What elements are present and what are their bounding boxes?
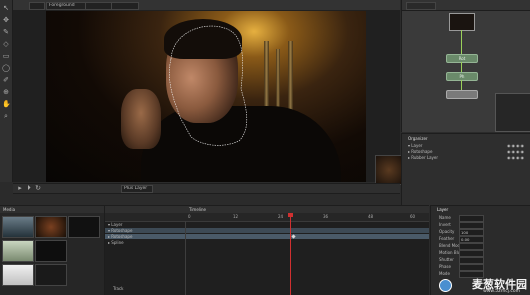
node-wire [461,30,462,54]
media-thumbnail[interactable] [2,216,34,238]
watermark-logo-icon [439,279,452,292]
media-thumbnail[interactable] [2,264,34,286]
source-node-thumbnail[interactable] [449,13,475,31]
tab-timeline[interactable]: Timeline [189,207,206,212]
param-label: Name [439,215,451,220]
media-thumbnail[interactable] [35,264,67,286]
node-navigator[interactable] [495,93,530,132]
param-label: Opacity [439,229,455,234]
organizer-row[interactable]: ▸ Rotoshape [408,149,432,154]
viewer-canvas[interactable] [13,10,403,185]
param-label: Shutter [439,257,454,262]
param-value[interactable] [459,243,484,250]
loop-icon[interactable]: ↻ [34,184,42,192]
transform-tool-icon[interactable]: ✥ [2,16,10,24]
viewer-mode-select[interactable] [85,2,113,10]
ruler-tick: 24 [278,214,284,219]
track-label: ▾ Rotoshape [108,228,133,233]
timeline-track[interactable]: ▸ Spline [105,240,429,245]
track-label: ▾ Layer [108,222,123,227]
timeline-track[interactable]: ▾ Layer [105,222,429,227]
hand-tool-icon[interactable]: ✋ [2,100,11,108]
param-label: Feather [439,236,455,241]
media-thumbnail[interactable] [35,240,67,262]
timeline-track[interactable]: ▸ Rotoshape [105,234,429,239]
timeline-panel[interactable]: Timeline 0 12 24 36 48 60 ▾ Layer ▾ Roto… [105,205,429,295]
lamp-stand [288,41,293,116]
play-icon[interactable]: ▸ [16,184,24,192]
track-label: ▸ Spline [108,240,124,245]
ruler-tick: 0 [188,214,191,219]
organizer-title: Organizer [408,136,428,141]
media-thumbnail[interactable] [2,240,34,262]
roto-spline-outline[interactable] [151,19,256,182]
ruler-tick: 60 [410,214,416,219]
ruler-tick: 12 [233,214,239,219]
timeline-divider [185,221,186,295]
organizer-panel: Organizer ▾ Layer ▸ Rotoshape ▸ Rubber L… [401,133,530,206]
step-icon[interactable]: ⏵ [25,184,33,192]
param-label: Invert [439,222,451,227]
node-wire [461,80,462,90]
node-wire [461,62,462,72]
zoom-tool-icon[interactable]: ⌕ [2,112,10,120]
param-value[interactable]: 100 [459,229,484,236]
viewer-inset-thumbnail [375,155,403,185]
rectangle-tool-icon[interactable]: ▭ [2,52,10,60]
node-panel-header [402,0,530,11]
node-panel-tab[interactable] [406,2,436,10]
viewer-input-select[interactable]: Foreground [46,2,86,10]
param-value[interactable] [459,257,484,264]
output-node[interactable] [446,90,478,99]
organizer-row[interactable]: ▾ Layer [408,143,422,148]
timeline-ruler[interactable]: 0 12 24 36 48 60 [105,213,429,222]
video-frame [46,11,366,182]
roto-node[interactable]: Rot [446,54,478,63]
organizer-toggle-icons[interactable]: ◉◉◉◉ [495,155,525,160]
organizer-toggle-icons[interactable]: ◉◉◉◉ [495,143,525,148]
pen-tool-icon[interactable]: ✎ [2,28,10,36]
ruler-tick: 48 [368,214,374,219]
media-panel: Media [0,205,105,295]
param-label: Phase [439,264,451,269]
viewer-channel-select[interactable] [29,2,45,10]
playhead[interactable] [290,213,291,295]
brush-tool-icon[interactable]: ✐ [2,76,10,84]
select-tool-icon[interactable]: ↖ [2,4,10,12]
param-value[interactable]: 0.00 [459,236,484,243]
param-value[interactable] [459,215,484,222]
bezier-tool-icon[interactable]: ◇ [2,40,10,48]
process-node[interactable]: Ph [446,72,478,81]
tool-strip: ↖ ✥ ✎ ◇ ▭ ◯ ✐ ⊕ ✋ ⌕ [0,0,13,182]
tab-layer[interactable]: Layer [437,207,448,212]
media-thumbnail[interactable] [68,216,100,238]
param-value[interactable] [459,222,484,229]
organizer-toggle-icons[interactable]: ◉◉◉◉ [495,149,525,154]
timeline-header: Timeline [105,206,429,213]
media-thumbnail[interactable] [35,216,67,238]
timeline-track[interactable]: ▾ Rotoshape [105,228,429,233]
ruler-tick: 36 [323,214,329,219]
param-label: Mode [439,271,450,276]
ellipse-tool-icon[interactable]: ◯ [2,64,10,72]
viewer-toolbar: Plus Layer ▸ ⏵ ↻ [13,183,400,194]
track-tool-icon[interactable]: ⊕ [2,88,10,96]
param-value[interactable] [459,250,484,257]
timeline-footer-label: Track [113,286,124,291]
watermark-url: www.52mcj.com [483,289,520,294]
layer-mode-select[interactable]: Plus Layer [121,185,153,193]
node-graph-panel[interactable]: Rot Ph [401,0,530,132]
param-value[interactable] [459,264,484,271]
track-label: ▸ Rotoshape [108,234,133,239]
viewer-zoom-select[interactable] [111,2,139,10]
tab-media[interactable]: Media [3,207,15,212]
organizer-row[interactable]: ▸ Rubber Layer [408,155,438,160]
media-tabs: Media [0,206,104,213]
lamp-stand [264,41,269,116]
